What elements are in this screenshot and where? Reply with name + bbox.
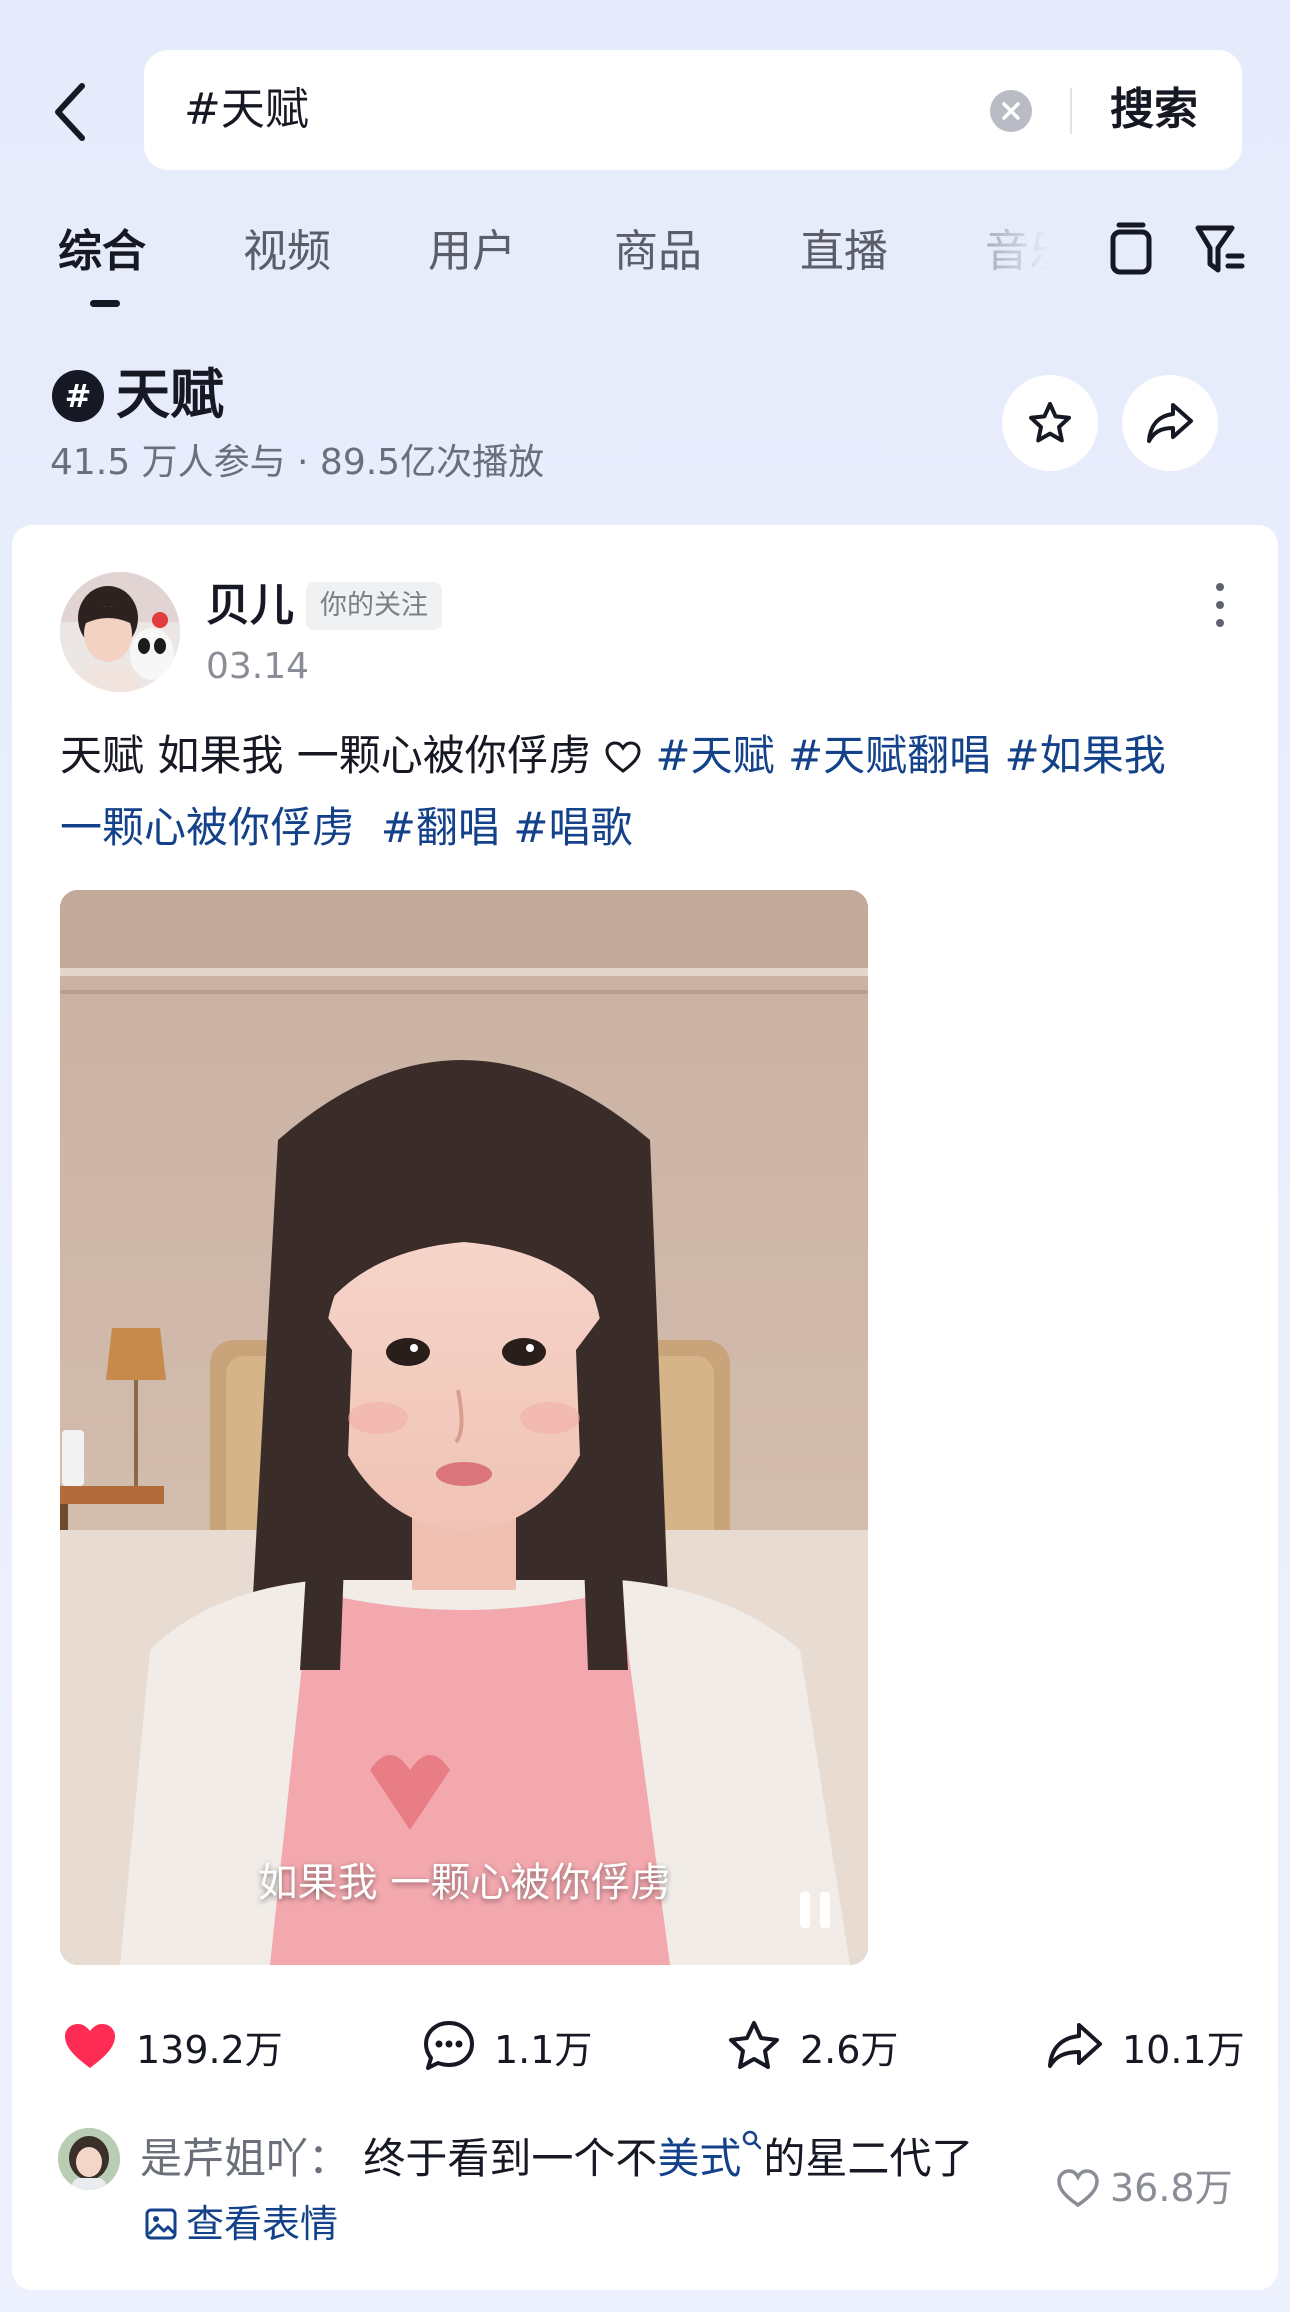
author-name[interactable]: 贝儿 <box>206 578 294 634</box>
pause-icon[interactable] <box>796 1888 836 1932</box>
comment-like-count: 36.8万 <box>1110 2166 1233 2210</box>
search-box[interactable]: #天赋 搜索 <box>144 50 1242 170</box>
commenter-avatar[interactable] <box>58 2128 120 2190</box>
topic-stats: 41.5 万人参与 · 89.5亿次播放 <box>50 442 545 483</box>
comment-icon <box>424 2021 474 2070</box>
tab-fade-mask <box>980 210 1080 300</box>
comment-text-after: 的星二代了 <box>763 2134 974 2183</box>
comment-search-link[interactable]: 美式 <box>657 2134 741 2183</box>
topic-title: 天赋 <box>116 363 224 426</box>
author-avatar[interactable] <box>60 572 180 692</box>
search-button[interactable]: 搜索 <box>1110 50 1198 170</box>
caption-text: 天赋 如果我 一颗心被你俘虏 <box>60 731 591 780</box>
like-count: 139.2万 <box>136 2027 283 2072</box>
clear-icon[interactable] <box>990 90 1032 132</box>
more-options-button[interactable] <box>1200 580 1240 630</box>
star-icon <box>729 2021 779 2069</box>
video-player[interactable]: 如果我 一颗心被你俘虏 <box>60 890 868 1965</box>
share-button[interactable]: 10.1万 <box>1046 2016 1245 2076</box>
share-count: 10.1万 <box>1122 2027 1245 2072</box>
tab-active-indicator <box>90 300 120 307</box>
filter-icon[interactable] <box>1194 222 1246 278</box>
share-icon <box>1048 2023 1102 2068</box>
post-caption[interactable]: 天赋 如果我 一颗心被你俘虏 #天赋 #天赋翻唱 #如果我 一颗心被你俘虏 #翻… <box>60 722 1230 862</box>
view-emoji-link[interactable]: 查看表情 <box>144 2198 338 2250</box>
comment-count: 1.1万 <box>494 2027 593 2072</box>
following-badge: 你的关注 <box>306 582 442 630</box>
hashtag-icon: # <box>52 370 104 422</box>
tab-video[interactable]: 视频 <box>243 222 331 282</box>
search-small-icon <box>743 2130 762 2150</box>
favorite-topic-button[interactable] <box>1002 375 1098 471</box>
caption-hashtag-continued[interactable]: 一颗心被你俘虏 <box>60 803 354 852</box>
favorite-button[interactable]: 2.6万 <box>726 2016 898 2076</box>
hashtag-singing[interactable]: #唱歌 <box>513 803 632 852</box>
search-divider <box>1070 88 1072 134</box>
tab-all[interactable]: 综合 <box>58 222 146 282</box>
heart-outline-icon <box>1057 2169 1099 2208</box>
comment-like-button[interactable]: 36.8万 <box>1056 2160 1233 2216</box>
more-dot <box>1216 619 1224 627</box>
top-comment[interactable]: 是芹姐吖： 终于看到一个不美式 的星二代了 <box>140 2128 973 2190</box>
video-subtitle: 如果我 一颗心被你俘虏 <box>257 1860 671 1906</box>
share-topic-button[interactable] <box>1122 375 1218 471</box>
favorite-count: 2.6万 <box>800 2027 899 2072</box>
like-button[interactable]: 139.2万 <box>62 2016 283 2076</box>
heart-filled-icon <box>65 2024 115 2068</box>
tab-live[interactable]: 直播 <box>800 222 888 282</box>
caption-hashtags-line1[interactable]: #天赋 #天赋翻唱 #如果我 <box>655 731 1165 780</box>
comment-button[interactable]: 1.1万 <box>422 2016 592 2076</box>
share-icon <box>1147 403 1193 443</box>
more-dot <box>1216 583 1224 591</box>
post-date: 03.14 <box>206 646 310 687</box>
tab-users[interactable]: 用户 <box>428 222 516 282</box>
commenter-name[interactable]: 是芹姐吖： <box>140 2134 350 2183</box>
layout-toggle-icon[interactable] <box>1106 222 1156 278</box>
comment-text-before: 终于看到一个不 <box>363 2134 658 2183</box>
back-button[interactable] <box>40 72 100 152</box>
search-input[interactable]: #天赋 <box>184 50 309 170</box>
view-emoji-label: 查看表情 <box>186 2202 339 2246</box>
tab-products[interactable]: 商品 <box>614 222 702 282</box>
heart-outline-icon <box>604 726 642 794</box>
chevron-left-icon <box>55 83 85 141</box>
star-icon <box>1029 402 1071 443</box>
hashtag-cover[interactable]: #翻唱 <box>381 803 500 852</box>
image-icon <box>145 2208 177 2240</box>
more-dot <box>1216 601 1224 609</box>
video-thumbnail <box>60 890 868 1965</box>
